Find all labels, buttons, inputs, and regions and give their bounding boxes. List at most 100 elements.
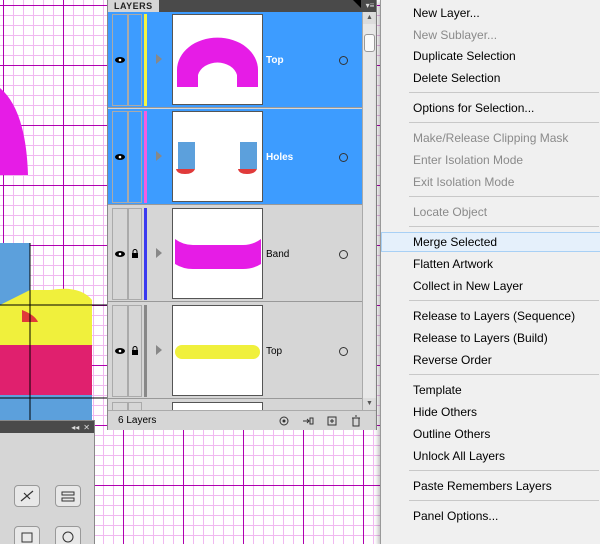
layers-context-menu: New Layer... New Sublayer... Duplicate S… [380,0,600,544]
menu-separator [409,122,599,123]
layer-color-indicator [144,305,147,397]
eye-icon [115,348,125,354]
visibility-toggle[interactable] [112,208,128,300]
layers-tab[interactable]: LAYERS [108,0,159,12]
layer-count: 6 Layers [118,415,157,426]
lock-icon [132,249,138,258]
menu-item-new-layer[interactable]: New Layer... [381,3,600,23]
layer-thumbnail [172,111,263,202]
collapse-icon[interactable]: ◂◂ [71,423,79,432]
menu-item-unlock-all-layers[interactable]: Unlock All Layers [381,446,600,466]
align-icon [61,491,75,502]
visibility-toggle[interactable] [112,305,128,397]
scroll-down-icon[interactable]: ▼ [363,398,376,410]
expand-arrow-icon[interactable] [156,151,162,161]
visibility-toggle[interactable] [112,402,128,410]
layer-name[interactable]: Band [266,249,289,260]
layers-panel-footer: 6 Layers [108,410,376,430]
target-icon[interactable] [339,56,348,65]
layers-panel: LAYERS ▾≡ Top Holes Band Top ▲ ▼ 6 Layer… [107,0,377,430]
shape-icon [62,531,74,543]
menu-item-panel-options[interactable]: Panel Options... [381,506,600,526]
menu-item-flatten-artwork[interactable]: Flatten Artwork [381,254,600,274]
layer-thumbnail [172,305,263,396]
menu-separator [409,226,599,227]
layer-color-indicator [144,14,147,106]
close-icon[interactable]: ✕ [83,423,90,432]
menu-separator [409,500,599,501]
menu-separator [409,300,599,301]
menu-separator [409,470,599,471]
menu-item-locate-object[interactable]: Locate Object [381,202,600,222]
layer-thumbnail [172,14,263,105]
eye-icon [115,154,125,160]
lock-toggle[interactable] [128,208,142,300]
menu-item-release-to-layers-build[interactable]: Release to Layers (Build) [381,328,600,348]
lock-icon [132,346,138,355]
magenta-arch-shape [0,88,28,175]
panel-corner-marker [353,0,361,8]
menu-item-make-release-clipping-mask[interactable]: Make/Release Clipping Mask [381,128,600,148]
lock-toggle[interactable] [128,402,142,410]
tools-panel-header: ◂◂ ✕ [0,421,94,433]
shape-tool-button[interactable] [55,526,81,544]
pen-tool-icon [20,490,34,502]
menu-separator [409,92,599,93]
layer-row-top-yellow[interactable]: Top [108,303,362,399]
menu-item-template[interactable]: Template [381,380,600,400]
lock-toggle[interactable] [128,14,142,106]
layer-row-top[interactable]: Top [108,12,362,108]
make-clipping-mask-icon[interactable] [278,415,290,427]
menu-item-collect-in-new-layer[interactable]: Collect in New Layer [381,276,600,296]
layer-color-indicator [144,208,147,300]
menu-separator [409,196,599,197]
canvas-artwork[interactable] [0,0,107,430]
menu-separator [409,374,599,375]
align-tool-button[interactable] [55,485,81,507]
target-icon[interactable] [339,347,348,356]
panel-menu-icon[interactable]: ▾≡ [364,0,376,12]
lock-toggle[interactable] [128,305,142,397]
scroll-up-icon[interactable]: ▲ [363,12,376,24]
layer-name[interactable]: Top [266,55,284,66]
layers-scrollbar[interactable]: ▲ ▼ [362,12,376,410]
layer-thumbnail [172,208,263,299]
layer-row-partial[interactable] [108,400,362,410]
pen-tool-button[interactable] [14,485,40,507]
expand-arrow-icon[interactable] [156,54,162,64]
layer-color-indicator [144,111,147,203]
menu-item-options-for-selection[interactable]: Options for Selection... [381,98,600,118]
menu-item-hide-others[interactable]: Hide Others [381,402,600,422]
layer-row-band[interactable]: Band [108,206,362,302]
delete-layer-icon[interactable] [350,415,362,427]
menu-item-exit-isolation-mode[interactable]: Exit Isolation Mode [381,172,600,192]
menu-item-new-sublayer[interactable]: New Sublayer... [381,25,600,45]
menu-item-reverse-order[interactable]: Reverse Order [381,350,600,370]
layers-panel-tab-bar: LAYERS ▾≡ [108,0,376,12]
frame-icon [21,532,33,543]
lock-toggle[interactable] [128,111,142,203]
menu-item-delete-selection[interactable]: Delete Selection [381,68,600,88]
layer-thumbnail [172,402,263,410]
menu-item-outline-others[interactable]: Outline Others [381,424,600,444]
frame-tool-button[interactable] [14,526,40,544]
new-layer-icon[interactable] [326,415,338,427]
eye-icon [115,57,125,63]
visibility-toggle[interactable] [112,14,128,106]
menu-item-duplicate-selection[interactable]: Duplicate Selection [381,46,600,66]
menu-item-merge-selected[interactable]: Merge Selected [381,232,600,252]
layer-name[interactable]: Holes [266,152,293,163]
create-sublayer-icon[interactable] [302,415,314,427]
target-icon[interactable] [339,153,348,162]
tools-panel: ◂◂ ✕ [0,420,95,544]
expand-arrow-icon[interactable] [156,248,162,258]
target-icon[interactable] [339,250,348,259]
layer-row-holes[interactable]: Holes [108,109,362,205]
expand-arrow-icon[interactable] [156,345,162,355]
layer-name[interactable]: Top [266,346,282,357]
menu-item-paste-remembers-layers[interactable]: Paste Remembers Layers [381,476,600,496]
scroll-thumb[interactable] [364,34,375,52]
menu-item-release-to-layers-sequence[interactable]: Release to Layers (Sequence) [381,306,600,326]
visibility-toggle[interactable] [112,111,128,203]
menu-item-enter-isolation-mode[interactable]: Enter Isolation Mode [381,150,600,170]
